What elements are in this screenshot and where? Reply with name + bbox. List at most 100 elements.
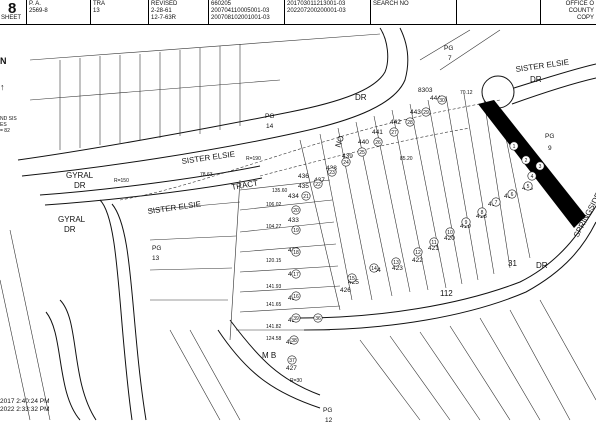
street-label: DR (536, 261, 548, 270)
circled-number: 28 (407, 120, 413, 126)
sheet-label: SHEET (1, 15, 22, 21)
timestamp-footer: 2017 2:40:24 PM 2022 2:33:32 PM (0, 398, 50, 414)
doc-number: 202207200200001-03 (287, 8, 346, 14)
dimension-label: 104.27 (266, 224, 282, 230)
circled-number: 25 (359, 150, 365, 156)
dimension-label: R=150 (114, 178, 129, 184)
road-edge (99, 199, 133, 421)
circled-number: 17 (293, 272, 299, 278)
page-ref-number: 13 (152, 255, 160, 262)
circled-number: 29 (423, 110, 429, 116)
dimension-label: 78.63 (200, 172, 213, 178)
revised-date: 2-28-61 (151, 8, 172, 14)
revised-date: 12-7-63R (151, 15, 177, 21)
circled-number: 16 (293, 294, 299, 300)
street-label: NO (333, 134, 346, 148)
circled-number: 21 (303, 194, 309, 200)
circled-number: 24 (343, 160, 349, 166)
lot-number: 436 (298, 173, 309, 180)
revised-cell: REVISED 2-28-61 12-7-63R (148, 0, 208, 24)
street-label: SISTER ELSIE (181, 150, 236, 166)
lot-number: 440 (358, 139, 369, 146)
tra-value: 13 (93, 8, 100, 14)
circled-number: 22 (315, 182, 321, 188)
page-ref-number: 14 (266, 123, 274, 130)
page-ref-number: 9 (548, 145, 552, 152)
circled-number: 26 (375, 140, 381, 146)
circled-number: 30 (439, 98, 445, 104)
office-cell: OFFICE O COUNTY COPY (540, 0, 596, 24)
road-edge (45, 311, 81, 421)
street-label: GYRAL (58, 215, 86, 224)
circled-number: 5 (527, 184, 530, 190)
lot-number: 427 (286, 365, 297, 372)
lot-number: 31 (508, 259, 517, 268)
page-ref-number: 12 (325, 417, 333, 424)
revision-number: 200708102001001-03 (211, 15, 270, 21)
tract-boundary (119, 99, 501, 201)
road-edge (511, 77, 596, 105)
lot-number: 112 (440, 289, 453, 298)
lot-number: 422 (412, 257, 423, 264)
dimension-label: R=190 (246, 156, 261, 162)
dimension-label: 106.02 (266, 202, 282, 208)
circled-number: 37 (289, 358, 295, 364)
road-edge (17, 27, 389, 161)
page-ref: PG (444, 45, 453, 52)
timestamp: 2017 2:40:24 PM (0, 398, 50, 405)
revision-number: 200704110005001-03 (211, 8, 270, 14)
circled-number: 13 (393, 260, 399, 266)
street-label: M B (262, 351, 276, 360)
dimension-label: 141.93 (266, 284, 282, 290)
timestamp: 2022 2:33:32 PM (0, 406, 50, 413)
circled-number: 20 (293, 208, 299, 214)
lot-number: 435 (298, 183, 309, 190)
lot-number: 434 (288, 193, 299, 200)
street-label: DR (74, 181, 86, 190)
title-block: 8 SHEET P. A. 2569-8 TRA 13 REVISED 2-28… (0, 0, 596, 25)
lot-numbers: 8303 444 443 442 441 440 439 438 437 436… (286, 87, 533, 372)
road-edge (111, 203, 147, 421)
tra-cell: TRA 13 (90, 0, 148, 24)
circled-number: 23 (329, 170, 335, 176)
circled-number: 19 (293, 228, 299, 234)
dimension-label: 124.58 (266, 336, 282, 342)
street-label: TRACT (231, 178, 259, 192)
circled-number: 1 (513, 144, 516, 150)
circled-number: 15 (349, 276, 355, 282)
circled-number: 3 (539, 164, 542, 170)
revision-cell: 660205 200704110005001-03 20070810200100… (208, 0, 284, 24)
street-label: SISTER ELSIE (147, 200, 202, 216)
blank-cell (456, 0, 540, 24)
street-label: SISTER ELSIE (515, 58, 570, 74)
circled-number: 8 (481, 210, 484, 216)
page-ref: PG (265, 113, 274, 120)
circled-number: 38 (291, 338, 297, 344)
tra-label: TRA (93, 1, 105, 7)
page-ref: PG (323, 407, 332, 414)
circled-number: 11 (431, 240, 436, 246)
circled-number: 7 (495, 200, 498, 206)
revision-number: 660205 (211, 1, 232, 7)
dimension-label: 85.20 (400, 156, 413, 162)
lot-number: 426 (340, 287, 351, 294)
dimension-label: 135.60 (272, 188, 288, 194)
doc-number: 201703011213001-03 (287, 1, 346, 7)
circled-number: 36 (315, 316, 321, 322)
lot-number: 8303 (418, 87, 433, 94)
street-label: DR (355, 93, 367, 102)
pa-value: 2569-8 (29, 8, 48, 14)
street-label: DR (530, 75, 542, 84)
circled-number: 18 (293, 250, 299, 256)
pa-label: P. A. (29, 1, 41, 7)
lot-number: 442 (390, 119, 401, 126)
parcel-lines (0, 29, 596, 421)
sheet-number-box: 8 SHEET (0, 0, 26, 24)
office-line: OFFICE O (565, 1, 594, 7)
search-cell: SEARCH NO (370, 0, 456, 24)
office-line: COPY (576, 15, 594, 21)
road-lines (17, 27, 596, 421)
circled-number: 2 (525, 158, 528, 164)
street-label: DR (64, 225, 76, 234)
parcel-map: DR SISTER ELSIE DR SISTER ELSIE SISTER E… (0, 27, 596, 424)
